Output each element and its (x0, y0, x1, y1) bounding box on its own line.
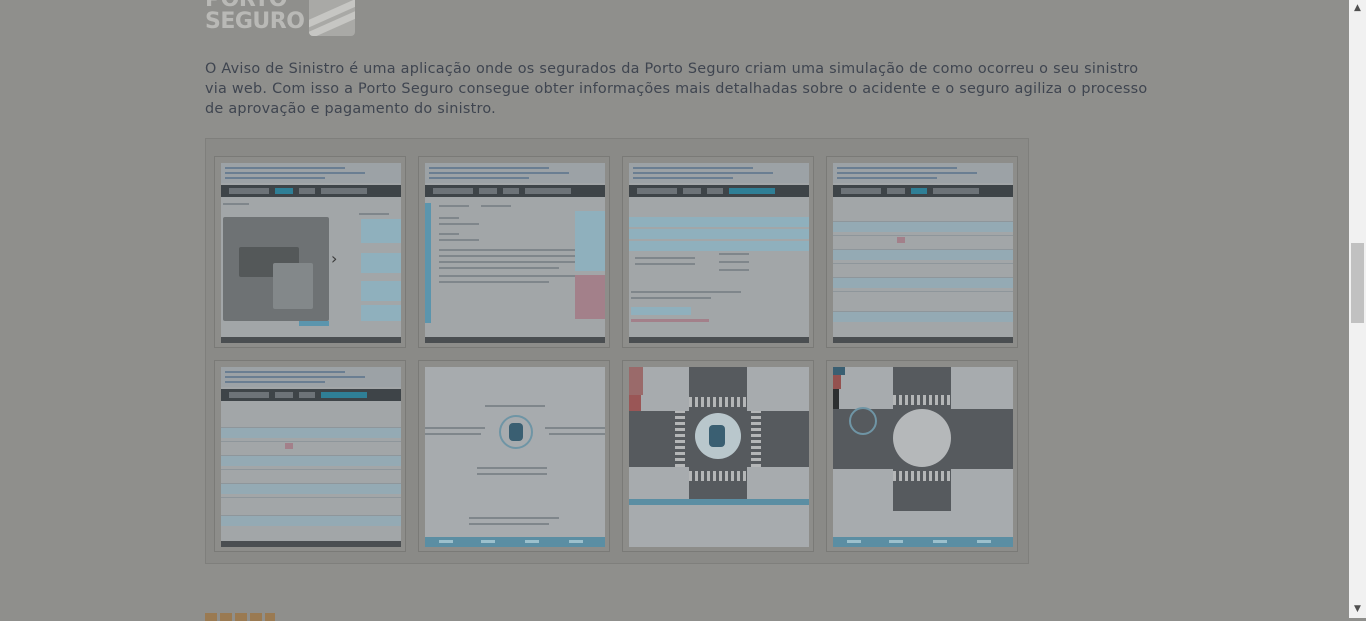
scrollbar-thumb[interactable] (1351, 243, 1364, 323)
thumbnail-image (833, 163, 1013, 343)
gallery-thumbnail[interactable] (622, 360, 814, 552)
thumbnail-image: › (221, 163, 401, 343)
logo-word-seguro: SEGURO (205, 9, 305, 34)
project-description: O Aviso de Sinistro é uma aplicação onde… (205, 61, 1148, 117)
triangle-up-icon[interactable]: ▲ (1349, 0, 1366, 17)
chevron-right-icon[interactable]: › (331, 251, 337, 267)
thumbnail-image (425, 163, 605, 343)
gallery-thumbnail[interactable]: › (214, 156, 406, 348)
gallery-thumbnail[interactable] (214, 360, 406, 552)
gallery-thumbnail[interactable] (826, 360, 1018, 552)
porto-seguro-logo: PORTO SEGURO (205, 0, 355, 36)
gallery-thumbnail[interactable] (418, 360, 610, 552)
gallery-thumbnail[interactable] (418, 156, 610, 348)
thumbnail-image (221, 367, 401, 547)
gallery-thumbnail[interactable] (622, 156, 814, 348)
thumbnail-image (629, 367, 809, 547)
thumbnail-image (629, 163, 809, 343)
thumbnail-image (833, 367, 1013, 547)
next-section-heading (205, 613, 275, 621)
triangle-down-icon[interactable]: ▼ (1349, 601, 1366, 618)
logo-mark-icon (309, 0, 355, 36)
thumbnail-image (425, 367, 605, 547)
gallery-thumbnail[interactable] (826, 156, 1018, 348)
page-scrollbar[interactable]: ▲ ▼ (1349, 0, 1366, 618)
screenshot-gallery: › (205, 138, 1029, 564)
